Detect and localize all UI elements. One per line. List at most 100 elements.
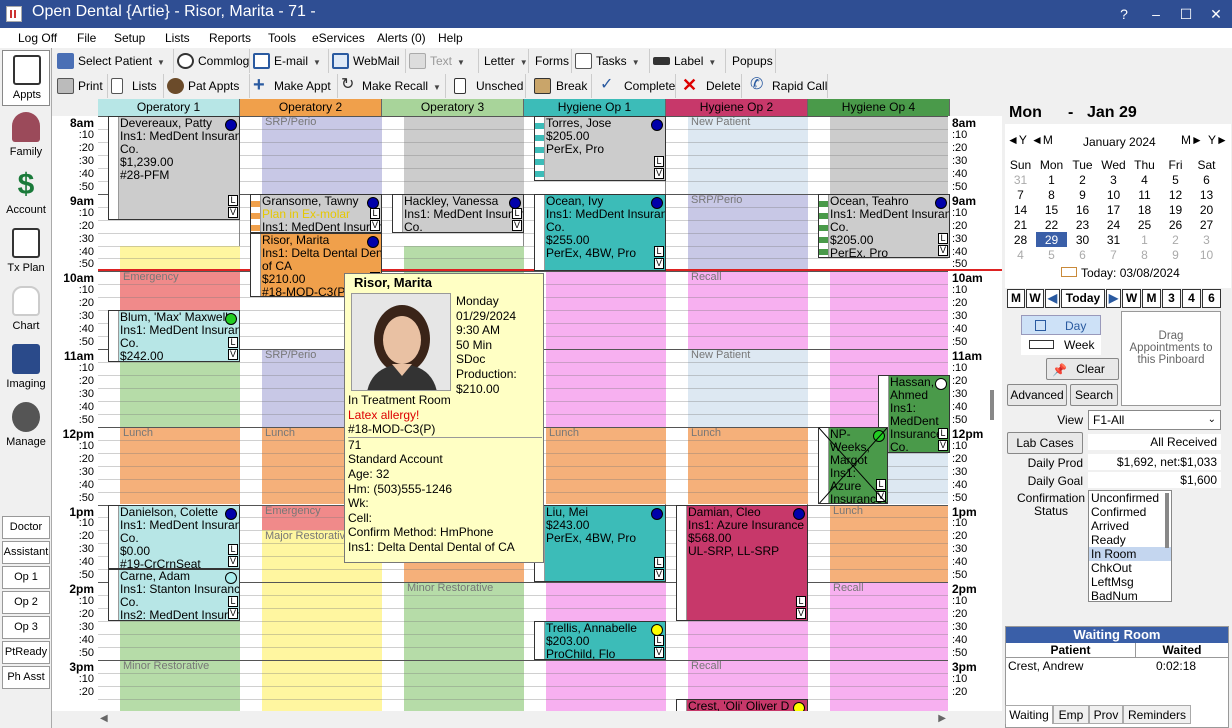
tab-emp[interactable]: Emp	[1053, 705, 1089, 724]
op1-button[interactable]: Op 1	[2, 566, 50, 589]
blockout[interactable]: Emergency	[120, 271, 240, 311]
calendar-day[interactable]: 26	[1160, 217, 1191, 232]
label-button[interactable]: Label ▼	[650, 49, 726, 73]
unsched-button[interactable]: Unsched	[446, 74, 526, 98]
status-option[interactable]: In Room	[1089, 547, 1171, 561]
prev-month-button[interactable]: ◄M	[1031, 133, 1053, 147]
appointment[interactable]: Liu, Mei $243.00 PerEx, 4BW, Pro L V	[534, 504, 666, 583]
lists-button[interactable]: Lists	[108, 74, 164, 98]
text-button[interactable]: Text ▼	[406, 49, 479, 73]
prev-week-button[interactable]: W	[1026, 289, 1044, 308]
calendar-day[interactable]: 3	[1098, 172, 1129, 187]
waiting-patient[interactable]: Crest, Andrew	[1008, 659, 1083, 673]
module-appts[interactable]: Appts	[2, 50, 50, 106]
appointment[interactable]: Trellis, Annabelle $203.00 ProChild, Flo L V	[534, 621, 666, 660]
appointment[interactable]: Gransome, Tawny Plan in Ex-molar Ins1: Med…	[250, 193, 382, 233]
today-label[interactable]: Today: 03/08/2024	[1081, 266, 1180, 280]
calendar-day[interactable]: 10	[1098, 187, 1129, 202]
calendar-day[interactable]: 29	[1036, 232, 1067, 247]
break-button[interactable]: Break	[526, 74, 592, 98]
three-day-button[interactable]: 3	[1162, 289, 1181, 308]
tab-prov[interactable]: Prov	[1089, 705, 1123, 724]
module-chart[interactable]: Chart	[2, 282, 50, 338]
status-option[interactable]: Unconfirmed	[1089, 491, 1171, 505]
horizontal-scrollbar[interactable]: ◀ ▶	[96, 711, 950, 728]
next-month-button[interactable]: M►	[1181, 133, 1203, 147]
calendar-day[interactable]: 6	[1191, 172, 1222, 187]
next-year-button[interactable]: Y►	[1208, 133, 1228, 147]
print-button[interactable]: Print	[54, 74, 108, 98]
close-icon[interactable]: ✕	[1206, 4, 1226, 24]
module-manage[interactable]: Manage	[2, 398, 50, 454]
status-list-scroll-thumb[interactable]	[1165, 493, 1169, 548]
calendar-day[interactable]: 25	[1129, 217, 1160, 232]
appointment[interactable]: Hackley, VanessaIns1: MedDent InsuranceC…	[392, 193, 524, 233]
operatory-header[interactable]: Hygiene Op 2	[666, 99, 808, 116]
appointment[interactable]: NP-Weeks,MargotIns1:AzureInsuranceLV	[818, 426, 888, 505]
four-day-button[interactable]: 4	[1182, 289, 1201, 308]
status-option[interactable]: Confirmed	[1089, 505, 1171, 519]
calendar-day[interactable]: 1	[1036, 172, 1067, 187]
today-button[interactable]: Today	[1061, 289, 1105, 308]
calendar-day[interactable]: 30	[1067, 232, 1098, 247]
status-option[interactable]: Arrived	[1089, 519, 1171, 533]
module-tx-plan[interactable]: Tx Plan	[2, 224, 50, 280]
menu-file[interactable]: File	[77, 31, 96, 45]
op3-button[interactable]: Op 3	[2, 616, 50, 639]
search-button[interactable]: Search	[1070, 384, 1118, 406]
vertical-scroll-thumb[interactable]	[990, 390, 994, 420]
calendar-day[interactable]: 8	[1129, 247, 1160, 262]
module-account[interactable]: $ Account	[2, 166, 50, 222]
confirmation-status-list[interactable]: Unconfirmed Confirmed Arrived Ready In Room C…	[1088, 490, 1172, 602]
calendar-day[interactable]: 16	[1067, 202, 1098, 217]
help-icon[interactable]: ?	[1114, 4, 1134, 24]
calendar-day[interactable]: 17	[1098, 202, 1129, 217]
ptready-button[interactable]: PtReady	[2, 641, 50, 664]
appointment[interactable]: Damian, Cleo Ins1: Azure Insurance $568.00…	[676, 504, 808, 622]
menu-setup[interactable]: Setup	[114, 31, 145, 45]
calendar-day[interactable]: 2	[1160, 232, 1191, 247]
menu-log-off[interactable]: Log Off	[18, 31, 57, 45]
status-option[interactable]: Ready	[1089, 533, 1171, 547]
calendar-day[interactable]: 23	[1067, 217, 1098, 232]
module-imaging[interactable]: Imaging	[2, 340, 50, 396]
next-week-button[interactable]: W	[1122, 289, 1141, 308]
assistant-button[interactable]: Assistant	[2, 541, 50, 564]
appointment[interactable]: Ocean, IvyIns1: MedDent InsuranceCo.$255…	[534, 193, 666, 272]
appointment[interactable]: Danielson, ColetteIns1: MedDent Insuranc…	[108, 504, 240, 570]
menu-eservices[interactable]: eServices	[312, 31, 365, 45]
make-recall-button[interactable]: ↻ Make Recall ▼	[338, 74, 446, 98]
delete-button[interactable]: ✕ Delete	[676, 74, 742, 98]
calendar-day[interactable]: 5	[1036, 247, 1067, 262]
calendar-day[interactable]: 13	[1191, 187, 1222, 202]
rapid-call-button[interactable]: ✆ Rapid Call	[742, 74, 828, 98]
prev-day-button[interactable]: ◀	[1045, 289, 1060, 308]
appointment[interactable]: Ocean, TeahroIns1: MedDent InsuranceCo.$…	[818, 193, 950, 259]
webmail-button[interactable]: WebMail	[329, 49, 406, 73]
calendar-day[interactable]: 11	[1129, 187, 1160, 202]
calendar-day[interactable]: 3	[1191, 232, 1222, 247]
calendar-day[interactable]: 27	[1191, 217, 1222, 232]
clear-button[interactable]: 📌 Clear	[1046, 358, 1119, 380]
calendar-day[interactable]: 8	[1036, 187, 1067, 202]
calendar-day[interactable]: 31	[1005, 172, 1036, 187]
calendar-day[interactable]: 14	[1005, 202, 1036, 217]
six-day-button[interactable]: 6	[1202, 289, 1221, 308]
operatory-header[interactable]: Operatory 1	[98, 99, 240, 116]
forms-button[interactable]: Forms	[529, 49, 572, 73]
calendar-day[interactable]: 9	[1160, 247, 1191, 262]
calendar-day[interactable]: 21	[1005, 217, 1036, 232]
pat-appts-button[interactable]: Pat Appts	[164, 74, 250, 98]
calendar-day[interactable]: 9	[1067, 187, 1098, 202]
letter-button[interactable]: Letter ▼	[479, 49, 529, 73]
appointment[interactable]: Devereaux, PattyIns1: MedDent InsuranceC…	[108, 116, 240, 220]
menu-help[interactable]: Help	[438, 31, 463, 45]
status-option[interactable]: LeftMsg	[1089, 575, 1171, 589]
maximize-icon[interactable]: ☐	[1176, 4, 1196, 24]
operatory-header[interactable]: Hygiene Op 1	[524, 99, 666, 116]
advanced-button[interactable]: Advanced	[1007, 384, 1067, 406]
lab-cases-button[interactable]: Lab Cases	[1007, 432, 1083, 454]
calendar-day[interactable]: 4	[1005, 247, 1036, 262]
calendar-day[interactable]: 15	[1036, 202, 1067, 217]
ph-asst-button[interactable]: Ph Asst	[2, 666, 50, 689]
